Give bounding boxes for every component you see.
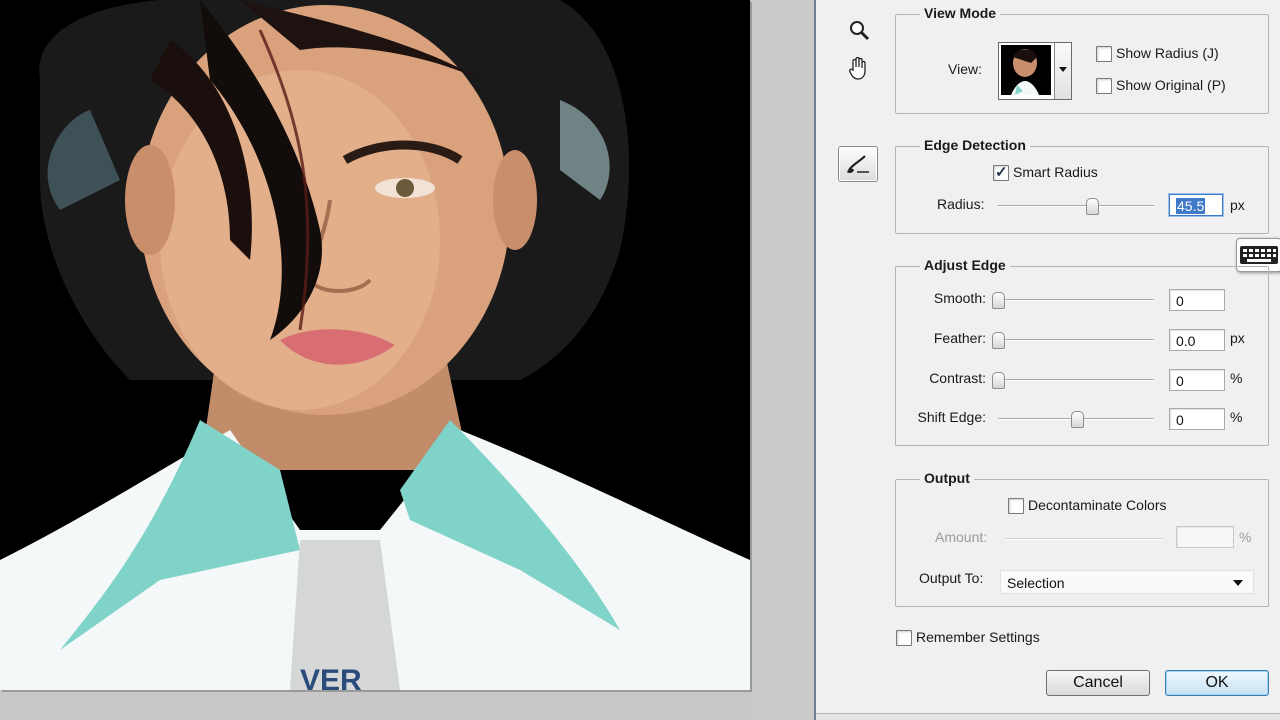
decontaminate-checkbox[interactable]	[1008, 498, 1024, 514]
radius-label: Radius:	[937, 196, 985, 212]
hand-tool[interactable]	[843, 52, 875, 84]
smooth-input[interactable]: 0	[1169, 289, 1225, 311]
refine-radius-tool[interactable]	[838, 146, 878, 182]
edge-detection-group: Edge Detection Smart Radius Radius: 45.5…	[895, 137, 1269, 234]
shift-edge-input[interactable]: 0	[1169, 408, 1225, 430]
output-title: Output	[898, 470, 974, 486]
feather-unit: px	[1230, 330, 1245, 346]
contrast-unit: %	[1230, 370, 1243, 386]
view-dropdown-arrow[interactable]	[1054, 43, 1071, 99]
smooth-slider-track[interactable]	[998, 299, 1154, 301]
chevron-down-icon	[1233, 580, 1243, 586]
radius-input[interactable]: 45.5	[1169, 194, 1223, 216]
smart-radius-checkbox[interactable]	[993, 163, 1009, 181]
view-mode-title: View Mode	[897, 5, 1001, 21]
remember-settings-checkbox[interactable]	[896, 630, 912, 646]
document-canvas[interactable]: VER	[0, 0, 750, 690]
adjust-edge-group: Adjust Edge Smooth: 0 Feather: 0.0 px Co…	[895, 257, 1269, 446]
zoom-tool[interactable]	[843, 14, 875, 46]
edge-detection-title: Edge Detection	[898, 137, 1030, 153]
amount-slider-track	[1006, 538, 1162, 540]
contrast-slider-track[interactable]	[998, 379, 1154, 381]
decontaminate-label[interactable]: Decontaminate Colors	[1028, 497, 1167, 513]
amount-unit: %	[1239, 529, 1252, 545]
view-thumbnail	[1001, 45, 1051, 95]
show-radius-checkbox[interactable]	[1096, 46, 1112, 62]
smooth-slider-thumb[interactable]	[992, 292, 1005, 309]
view-selector[interactable]	[998, 42, 1072, 100]
radius-slider-track[interactable]	[998, 205, 1154, 207]
shift-edge-slider-thumb[interactable]	[1071, 411, 1084, 428]
view-mode-group: View Mode View: Show Radius (J) Show Ori…	[895, 5, 1269, 114]
feather-input[interactable]: 0.0	[1169, 329, 1225, 351]
amount-input	[1176, 526, 1234, 548]
contrast-slider-thumb[interactable]	[992, 372, 1005, 389]
dialog-bottom-edge	[816, 713, 1280, 720]
hand-icon	[849, 56, 866, 80]
refine-edge-dialog: View Mode View: Show Radius (J) Show Ori…	[814, 0, 1280, 720]
cancel-button[interactable]: Cancel	[1046, 670, 1150, 696]
output-to-value: Selection	[1007, 575, 1065, 591]
ok-button[interactable]: OK	[1165, 670, 1269, 696]
adjust-edge-title: Adjust Edge	[898, 257, 1010, 273]
smart-radius-label[interactable]: Smart Radius	[1013, 164, 1098, 180]
amount-label: Amount:	[935, 529, 988, 545]
view-label: View:	[948, 61, 982, 77]
smooth-label: Smooth:	[933, 290, 986, 306]
contrast-input[interactable]: 0	[1169, 369, 1225, 391]
shift-edge-unit: %	[1230, 409, 1243, 425]
zoom-icon	[850, 21, 870, 41]
svg-text:VER: VER	[300, 664, 362, 690]
radius-slider-thumb[interactable]	[1086, 198, 1099, 215]
radius-unit: px	[1230, 197, 1245, 213]
output-to-label: Output To:	[919, 570, 984, 586]
show-original-checkbox[interactable]	[1096, 78, 1112, 94]
feather-label: Feather:	[933, 330, 986, 346]
contrast-label: Contrast:	[929, 370, 986, 386]
feather-slider-thumb[interactable]	[992, 332, 1005, 349]
show-radius-label[interactable]: Show Radius (J)	[1116, 45, 1219, 61]
remember-settings-label[interactable]: Remember Settings	[916, 629, 1040, 645]
feather-slider-track[interactable]	[998, 339, 1154, 341]
output-group: Output Decontaminate Colors Amount: % Ou…	[895, 470, 1269, 607]
shift-edge-label: Shift Edge:	[917, 409, 987, 425]
refine-radius-brush-icon	[847, 155, 869, 174]
portrait-photo: VER	[0, 0, 750, 690]
output-to-select[interactable]: Selection	[1000, 570, 1254, 594]
canvas-gutter	[752, 0, 814, 720]
show-original-label[interactable]: Show Original (P)	[1116, 77, 1226, 93]
